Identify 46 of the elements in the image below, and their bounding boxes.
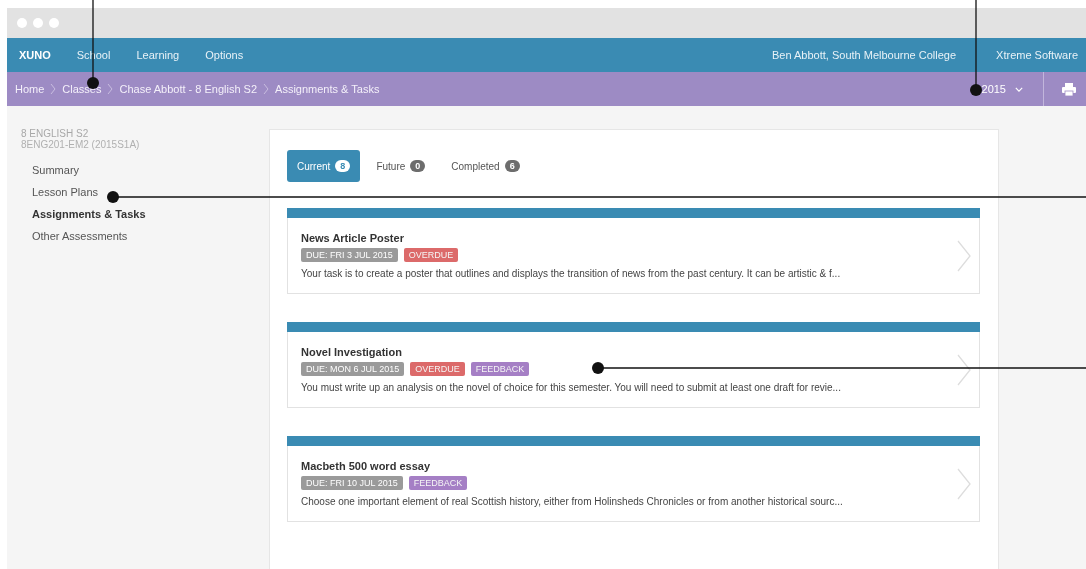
breadcrumb-link[interactable]: Chase Abbott - 8 English S2 — [119, 83, 258, 95]
task-title: Macbeth 500 word essay — [301, 460, 431, 472]
feedback-tag: FEEDBACK — [408, 476, 468, 490]
count-badge: 6 — [504, 160, 520, 172]
breadcrumb-link[interactable]: Classes — [62, 83, 102, 95]
due-date-tag: DUE: FRI 3 JUL 2015 — [301, 248, 398, 262]
window-dot[interactable] — [17, 18, 27, 28]
window-dot[interactable] — [49, 18, 59, 28]
year-select[interactable]: 2015 — [981, 83, 1037, 95]
overdue-tag: OVERDUE — [410, 362, 465, 376]
breadcrumb-link[interactable]: Home — [15, 83, 45, 95]
print-icon[interactable] — [1062, 82, 1076, 96]
window-dot[interactable] — [33, 18, 43, 28]
due-date-tag: DUE: FRI 10 JUL 2015 — [301, 476, 403, 490]
feedback-tag: FEEDBACK — [470, 362, 530, 376]
task-description: You must write up an analysis on the novel of choice for this semester. You will need to submit at least one draft for revie... — [301, 382, 842, 393]
nav-link[interactable]: Learning — [136, 49, 180, 61]
course-title: 8 ENGLISH S2 — [20, 128, 90, 139]
tab[interactable]: Current 8 — [287, 150, 361, 182]
logo[interactable]: XUNO — [19, 49, 51, 61]
task-title: Novel Investigation — [301, 346, 403, 358]
breadcrumb-link[interactable]: Assignments & Tasks — [275, 83, 380, 95]
task-description: Choose one important element of real Scottish history, either from Holinsheds Chronicles or from another historical sourc... — [301, 496, 844, 507]
count-badge: 8 — [335, 160, 351, 172]
nav-link[interactable]: Options — [205, 49, 244, 61]
chevron-icon — [957, 467, 971, 500]
tab[interactable]: Future 0 — [366, 150, 436, 182]
sidebar-item[interactable]: Other Assessments — [7, 226, 269, 248]
due-date-tag: DUE: MON 6 JUL 2015 — [301, 362, 405, 376]
chevron-icon — [50, 83, 57, 95]
tab[interactable]: Completed 6 — [441, 150, 530, 182]
overdue-tag: OVERDUE — [403, 248, 459, 262]
course-code: 8ENG201-EM2 (2015S1A) — [20, 139, 141, 150]
sidebar-item[interactable]: Summary — [7, 160, 269, 182]
count-badge: 0 — [410, 160, 426, 172]
sidebar-item[interactable]: Assignments & Tasks — [7, 204, 269, 226]
task-description: Your task is to create a poster that outlines and displays the transition of news from the past century. It can be artistic & f... — [301, 268, 842, 279]
caret-icon — [1015, 86, 1023, 92]
vendor-link[interactable]: Xtreme Software — [996, 49, 1078, 61]
user-link[interactable]: Ben Abbott, South Melbourne College — [772, 49, 957, 61]
chevron-icon — [957, 353, 971, 386]
chevron-icon — [263, 83, 270, 95]
sidebar-item[interactable]: Lesson Plans — [7, 182, 269, 204]
chevron-icon — [957, 239, 971, 272]
task-title: News Article Poster — [301, 232, 405, 244]
chevron-icon — [107, 83, 114, 95]
